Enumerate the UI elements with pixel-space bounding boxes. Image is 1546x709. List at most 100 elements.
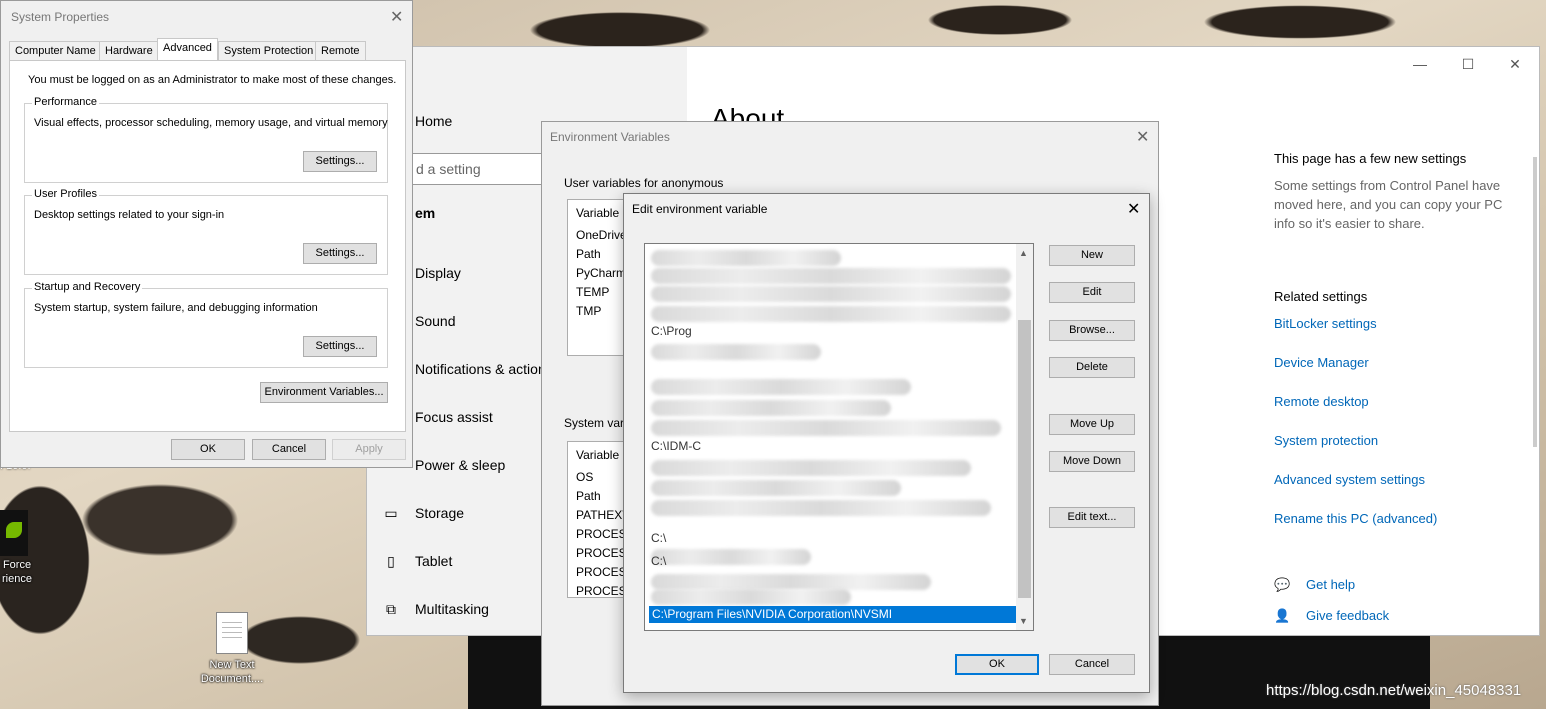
redacted-row bbox=[651, 480, 901, 496]
text-file-icon bbox=[216, 612, 248, 654]
close-icon[interactable]: ✕ bbox=[390, 7, 403, 27]
new-button[interactable]: New bbox=[1049, 245, 1135, 266]
delete-button[interactable]: Delete bbox=[1049, 357, 1135, 378]
nav-tablet[interactable]: ▯ Tablet bbox=[387, 553, 452, 569]
tab-system-protection[interactable]: System Protection bbox=[218, 41, 320, 61]
user-profiles-settings-button[interactable]: Settings... bbox=[303, 243, 377, 264]
text-document-desktop-icon[interactable]: New Text Document.... bbox=[192, 612, 272, 686]
edit-text-button[interactable]: Edit text... bbox=[1049, 507, 1135, 528]
close-icon[interactable]: ✕ bbox=[1506, 55, 1524, 73]
selected-path-entry[interactable]: C:\Program Files\NVIDIA Corporation\NVSM… bbox=[649, 606, 1018, 623]
cancel-button[interactable]: Cancel bbox=[252, 439, 326, 460]
startup-recovery-group: Startup and Recovery System startup, sys… bbox=[24, 281, 388, 368]
list-item[interactable]: PATHEXT bbox=[576, 508, 630, 522]
dialog-title: Edit environment variable bbox=[632, 202, 768, 216]
list-item[interactable]: TMP bbox=[576, 304, 601, 318]
tab-computer-name[interactable]: Computer Name bbox=[9, 41, 102, 61]
scroll-up-icon[interactable]: ▲ bbox=[1019, 248, 1028, 258]
watermark-text: https://blog.csdn.net/weixin_45048331 bbox=[1266, 682, 1522, 699]
new-settings-heading: This page has a few new settings bbox=[1274, 151, 1467, 166]
move-up-button[interactable]: Move Up bbox=[1049, 414, 1135, 435]
link-device-manager[interactable]: Device Manager bbox=[1274, 355, 1369, 370]
performance-settings-button[interactable]: Settings... bbox=[303, 151, 377, 172]
admin-note: You must be logged on as an Administrato… bbox=[28, 74, 397, 86]
close-icon[interactable]: ✕ bbox=[1127, 199, 1140, 219]
group-description: Visual effects, processor scheduling, me… bbox=[34, 117, 388, 129]
list-item[interactable]: C:\ bbox=[651, 554, 666, 568]
link-remote-desktop[interactable]: Remote desktop bbox=[1274, 394, 1369, 409]
search-placeholder: d a setting bbox=[416, 161, 481, 177]
cancel-button[interactable]: Cancel bbox=[1049, 654, 1135, 675]
list-item[interactable]: C:\ bbox=[651, 531, 666, 545]
move-down-button[interactable]: Move Down bbox=[1049, 451, 1135, 472]
apply-button[interactable]: Apply bbox=[332, 439, 406, 460]
path-entries-list[interactable]: C:\Prog C:\IDM-C C:\ C:\ C:\Program File… bbox=[644, 243, 1034, 631]
tab-remote[interactable]: Remote bbox=[315, 41, 366, 61]
group-description: System startup, system failure, and debu… bbox=[34, 302, 318, 314]
nav-display[interactable]: Display bbox=[415, 265, 461, 281]
nvidia-geforce-desktop-icon[interactable]: Force rience bbox=[0, 510, 34, 586]
list-item[interactable]: OneDrive bbox=[576, 228, 627, 242]
nav-system-heading: em bbox=[415, 205, 436, 221]
nav-sound[interactable]: Sound bbox=[415, 313, 455, 329]
give-feedback-label: Give feedback bbox=[1306, 608, 1390, 623]
link-advanced-system-settings[interactable]: Advanced system settings bbox=[1274, 472, 1425, 487]
link-bitlocker[interactable]: BitLocker settings bbox=[1274, 316, 1377, 331]
variable-column-header[interactable]: Variable bbox=[576, 206, 619, 220]
feedback-icon: 👤 bbox=[1274, 608, 1291, 623]
edit-environment-variable-dialog: Edit environment variable ✕ C:\Prog C:\I… bbox=[623, 193, 1150, 693]
group-label: Performance bbox=[32, 96, 99, 108]
nav-home[interactable]: Home bbox=[415, 113, 452, 129]
nav-multitasking[interactable]: ⧉ Multitasking bbox=[386, 601, 489, 617]
ok-button[interactable]: OK bbox=[171, 439, 245, 460]
link-system-protection[interactable]: System protection bbox=[1274, 433, 1378, 448]
nav-power-sleep[interactable]: Power & sleep bbox=[415, 457, 505, 473]
list-item[interactable]: C:\Prog bbox=[651, 324, 692, 338]
group-label: User Profiles bbox=[32, 188, 99, 200]
chat-help-icon: 💬 bbox=[1274, 577, 1291, 592]
nav-storage[interactable]: ▭ Storage bbox=[384, 505, 465, 521]
path-list-scrollbar[interactable]: ▲ ▼ bbox=[1016, 244, 1033, 630]
ok-button[interactable]: OK bbox=[955, 654, 1039, 675]
settings-scrollbar[interactable] bbox=[1533, 157, 1537, 447]
list-item[interactable]: OS bbox=[576, 470, 593, 484]
performance-group: Performance Visual effects, processor sc… bbox=[24, 96, 388, 183]
edit-button[interactable]: Edit bbox=[1049, 282, 1135, 303]
list-item[interactable]: Path bbox=[576, 489, 601, 503]
new-settings-text: Some settings from Control Panel have mo… bbox=[1274, 178, 1503, 231]
minimize-icon[interactable]: — bbox=[1411, 55, 1429, 73]
tab-advanced[interactable]: Advanced bbox=[157, 38, 218, 60]
maximize-icon[interactable]: ☐ bbox=[1459, 55, 1477, 73]
nav-notifications[interactable]: Notifications & action bbox=[415, 361, 546, 377]
advanced-tab-panel: You must be logged on as an Administrato… bbox=[9, 60, 406, 432]
tab-hardware[interactable]: Hardware bbox=[99, 41, 159, 61]
list-item[interactable]: Path bbox=[576, 247, 601, 261]
desktop-icon-label: New Text Document.... bbox=[200, 659, 264, 685]
redacted-row bbox=[651, 500, 991, 516]
redacted-row bbox=[651, 286, 1011, 302]
redacted-row bbox=[651, 549, 811, 565]
redacted-row bbox=[651, 250, 841, 266]
related-settings-heading: Related settings bbox=[1274, 289, 1368, 304]
list-item[interactable]: PyCharm bbox=[576, 266, 626, 280]
list-item[interactable]: TEMP bbox=[576, 285, 609, 299]
system-properties-dialog: System Properties ✕ Computer Name Hardwa… bbox=[0, 0, 413, 468]
tablet-icon: ▯ bbox=[387, 553, 395, 569]
nav-focus-assist[interactable]: Focus assist bbox=[415, 409, 493, 425]
storage-icon: ▭ bbox=[384, 505, 398, 521]
close-icon[interactable]: ✕ bbox=[1136, 127, 1149, 147]
startup-settings-button[interactable]: Settings... bbox=[303, 336, 377, 357]
variable-column-header[interactable]: Variable bbox=[576, 448, 619, 462]
new-settings-panel: This page has a few new settings Some se… bbox=[1274, 151, 1514, 233]
redacted-row bbox=[651, 420, 1001, 436]
environment-variables-button[interactable]: Environment Variables... bbox=[260, 382, 388, 403]
scroll-thumb[interactable] bbox=[1018, 320, 1031, 598]
nav-multitasking-label: Multitasking bbox=[415, 601, 489, 617]
nav-storage-label: Storage bbox=[415, 505, 465, 521]
redacted-row bbox=[651, 574, 931, 590]
link-rename-pc[interactable]: Rename this PC (advanced) bbox=[1274, 511, 1437, 526]
scroll-down-icon[interactable]: ▼ bbox=[1019, 616, 1028, 626]
browse-button[interactable]: Browse... bbox=[1049, 320, 1135, 341]
group-description: Desktop settings related to your sign-in bbox=[34, 209, 225, 221]
list-item[interactable]: C:\IDM-C bbox=[651, 439, 701, 453]
